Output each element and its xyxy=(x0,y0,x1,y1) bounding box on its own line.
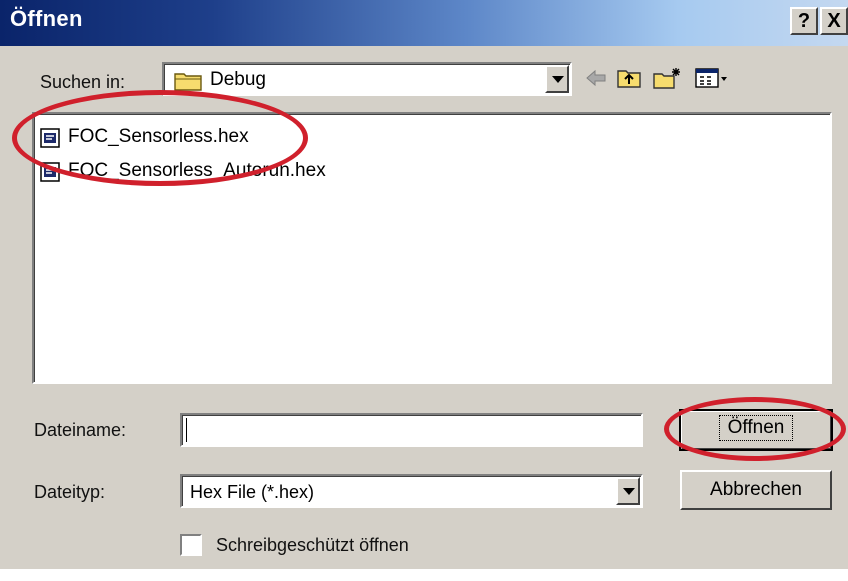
cancel-button[interactable]: Abbrechen xyxy=(680,470,832,510)
current-folder: Debug xyxy=(210,69,266,90)
filetype-dropdown[interactable]: Hex File (*.hex) xyxy=(180,474,643,508)
file-list[interactable]: FOC_Sensorless.hex FOC_Sensorless_Autoru… xyxy=(32,112,832,384)
up-folder-icon[interactable] xyxy=(616,66,642,90)
open-button[interactable]: Öffnen xyxy=(679,409,833,451)
hex-file-icon xyxy=(40,128,60,148)
bottom-edge xyxy=(0,569,848,581)
filetype-label: Dateityp: xyxy=(34,482,106,502)
chevron-down-icon[interactable] xyxy=(616,477,640,505)
help-button[interactable]: ? xyxy=(790,7,818,35)
readonly-label: Schreibgeschützt öffnen xyxy=(216,535,409,555)
look-in-label: Suchen in: xyxy=(40,72,126,92)
new-folder-icon[interactable] xyxy=(652,66,682,90)
folder-icon xyxy=(174,73,202,91)
open-dialog: Öffnen ? X Suchen in: Debug FOC_Sensorle… xyxy=(0,0,848,581)
chevron-down-icon[interactable] xyxy=(545,65,569,93)
open-button-label: Öffnen xyxy=(718,415,794,441)
file-name: FOC_Sensorless.hex xyxy=(68,126,249,147)
back-arrow-icon[interactable] xyxy=(584,66,608,90)
file-name: FOC_Sensorless_Autorun.hex xyxy=(68,160,326,181)
filename-field[interactable] xyxy=(180,413,643,447)
hex-file-icon xyxy=(40,162,60,182)
look-in-dropdown[interactable]: Debug xyxy=(162,62,572,96)
close-button[interactable]: X xyxy=(820,7,848,35)
readonly-checkbox[interactable] xyxy=(180,534,202,556)
view-menu-icon[interactable] xyxy=(694,66,730,90)
filename-input[interactable] xyxy=(186,418,635,442)
window-title: Öffnen xyxy=(10,6,83,31)
title-bar[interactable]: Öffnen ? X xyxy=(0,0,848,46)
filename-label: Dateiname: xyxy=(34,420,127,440)
filetype-value: Hex File (*.hex) xyxy=(190,482,315,502)
